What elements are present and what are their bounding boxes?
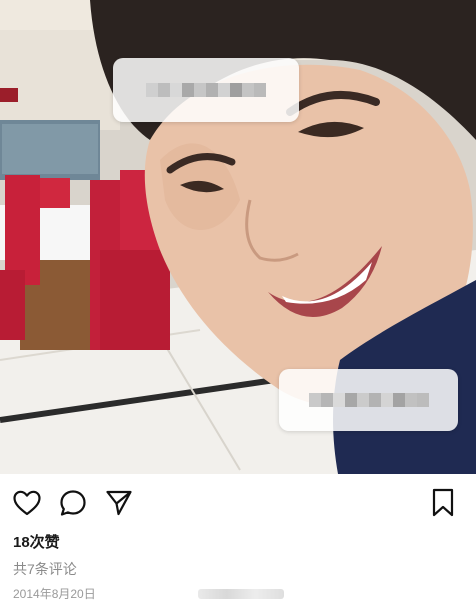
post-date: 2014年8月20日: [13, 587, 96, 601]
like-button[interactable]: [12, 488, 42, 518]
blurred-watermark-top: [113, 58, 299, 122]
post-action-bar: [0, 474, 476, 530]
save-button[interactable]: [428, 488, 458, 518]
blurred-watermark-bottom: [279, 369, 458, 431]
comment-button[interactable]: [58, 488, 88, 518]
blurred-text: [198, 589, 284, 599]
paper-plane-icon: [106, 490, 132, 516]
bookmark-icon: [432, 488, 454, 517]
view-comments-link[interactable]: 共7条评论: [13, 559, 77, 579]
share-button[interactable]: [104, 488, 134, 518]
comment-bubble-icon: [60, 490, 86, 516]
heart-icon: [13, 490, 41, 516]
likes-count[interactable]: 18次赞: [13, 531, 60, 552]
